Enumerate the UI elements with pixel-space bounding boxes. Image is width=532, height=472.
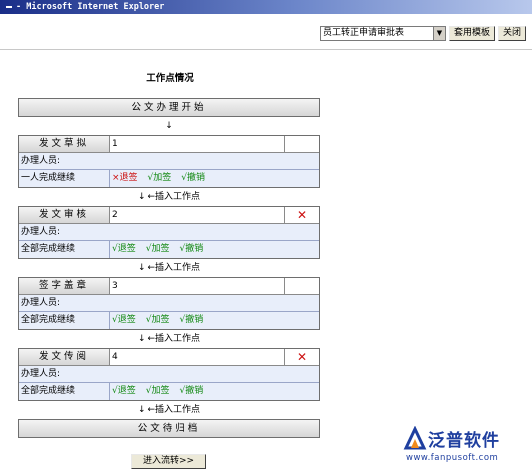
node-number: 3 <box>110 278 285 294</box>
flow-start: 公文办理开始 <box>18 98 320 117</box>
insert-workpoint-link[interactable]: ←插入工作点 <box>148 405 201 415</box>
node-action-link[interactable]: √撤销 <box>180 244 204 254</box>
delete-node-cell <box>285 136 319 152</box>
node-header: 发文传阅 4 ✕ <box>19 349 319 366</box>
insert-point-row: ↓ ←插入工作点 <box>18 401 320 419</box>
node-action-link[interactable]: √撤销 <box>181 173 205 183</box>
arrow-down-icon: ↓ <box>137 192 146 202</box>
fanpu-logo: 泛普软件 www.fanpusoft.com <box>402 426 528 470</box>
node-action-link[interactable]: √退签 <box>112 315 136 325</box>
node-handler-label: 办理人员: <box>19 153 319 170</box>
node-number: 2 <box>110 207 285 223</box>
workflow-nodes: 发文草拟 1 办理人员: 一人完成继续 ×退签 √加签 √撤销 ↓ ←插入工作点 发文审核 2 ✕ 办理… <box>18 135 320 419</box>
delete-icon[interactable]: ✕ <box>297 350 307 364</box>
logo-mark-icon <box>403 426 427 450</box>
logo-name: 泛普软件 <box>428 431 500 451</box>
workflow: 公文办理开始 ↓ 发文草拟 1 办理人员: 一人完成继续 ×退签 √加签 √撤销 ↓ ←插入工作… <box>18 98 320 438</box>
node-handler-label: 办理人员: <box>19 295 319 312</box>
delete-node-cell[interactable]: ✕ <box>285 349 319 365</box>
node-completion-mode[interactable]: 一人完成继续 <box>19 170 110 187</box>
flow-arrow: ↓ <box>18 117 320 135</box>
node-header: 发文草拟 1 <box>19 136 319 153</box>
node-options: 一人完成继续 ×退签 √加签 √撤销 <box>19 170 319 187</box>
flow-end: 公文待归档 <box>18 419 320 438</box>
insert-workpoint-link[interactable]: ←插入工作点 <box>148 334 201 344</box>
node-completion-mode[interactable]: 全部完成继续 <box>19 312 110 329</box>
insert-point-row: ↓ ←插入工作点 <box>18 188 320 206</box>
window-titlebar: - Microsoft Internet Explorer <box>0 0 532 14</box>
toolbar: 员工转正申请审批表 ▼ 套用模板 关闭 <box>319 25 526 41</box>
delete-node-cell <box>285 278 319 294</box>
arrow-down-icon: ↓ <box>165 121 173 131</box>
node-action-link[interactable]: ×退签 <box>112 173 138 183</box>
node-options: 全部完成继续 √退签 √加签 √撤销 <box>19 241 319 258</box>
node-action-link[interactable]: √加签 <box>146 244 170 254</box>
node-action-link[interactable]: √加签 <box>148 173 172 183</box>
insert-workpoint-link[interactable]: ←插入工作点 <box>148 263 201 273</box>
window-title: - Microsoft Internet Explorer <box>16 2 165 12</box>
node-action-link[interactable]: √加签 <box>146 386 170 396</box>
node-actions: √退签 √加签 √撤销 <box>110 383 319 400</box>
workflow-node: 发文草拟 1 办理人员: 一人完成继续 ×退签 √加签 √撤销 <box>18 135 320 188</box>
delete-node-cell[interactable]: ✕ <box>285 207 319 223</box>
apply-template-button[interactable]: 套用模板 <box>448 25 495 41</box>
arrow-down-icon: ↓ <box>137 405 146 415</box>
close-button[interactable]: 关闭 <box>497 25 526 41</box>
node-actions: √退签 √加签 √撤销 <box>110 312 319 329</box>
node-action-link[interactable]: √撤销 <box>180 386 204 396</box>
template-select[interactable]: 员工转正申请审批表 ▼ <box>319 25 446 41</box>
node-name[interactable]: 签字盖章 <box>19 278 110 294</box>
node-action-link[interactable]: √退签 <box>112 244 136 254</box>
toolbar-divider <box>0 49 532 50</box>
insert-point-row: ↓ ←插入工作点 <box>18 259 320 277</box>
node-action-link[interactable]: √退签 <box>112 386 136 396</box>
system-menu-icon[interactable] <box>6 5 12 8</box>
dropdown-arrow-icon[interactable]: ▼ <box>432 26 445 40</box>
delete-icon[interactable]: ✕ <box>297 208 307 222</box>
node-action-link[interactable]: √撤销 <box>180 315 204 325</box>
enter-flow-button[interactable]: 进入流转>> <box>131 454 206 469</box>
node-number: 1 <box>110 136 285 152</box>
node-options: 全部完成继续 √退签 √加签 √撤销 <box>19 383 319 400</box>
node-name[interactable]: 发文草拟 <box>19 136 110 152</box>
node-header: 签字盖章 3 <box>19 278 319 295</box>
node-name[interactable]: 发文审核 <box>19 207 110 223</box>
node-handler-label: 办理人员: <box>19 366 319 383</box>
node-number: 4 <box>110 349 285 365</box>
arrow-down-icon: ↓ <box>137 263 146 273</box>
workflow-node: 发文审核 2 ✕ 办理人员: 全部完成继续 √退签 √加签 √撤销 <box>18 206 320 259</box>
node-completion-mode[interactable]: 全部完成继续 <box>19 241 110 258</box>
node-actions: ×退签 √加签 √撤销 <box>110 170 319 187</box>
workflow-node: 签字盖章 3 办理人员: 全部完成继续 √退签 √加签 √撤销 <box>18 277 320 330</box>
node-header: 发文审核 2 ✕ <box>19 207 319 224</box>
insert-workpoint-link[interactable]: ←插入工作点 <box>148 192 201 202</box>
insert-point-row: ↓ ←插入工作点 <box>18 330 320 348</box>
arrow-down-icon: ↓ <box>137 334 146 344</box>
workflow-node: 发文传阅 4 ✕ 办理人员: 全部完成继续 √退签 √加签 √撤销 <box>18 348 320 401</box>
node-action-link[interactable]: √加签 <box>146 315 170 325</box>
template-select-value: 员工转正申请审批表 <box>322 27 404 38</box>
node-actions: √退签 √加签 √撤销 <box>110 241 319 258</box>
node-name[interactable]: 发文传阅 <box>19 349 110 365</box>
logo-url: www.fanpusoft.com <box>406 453 499 463</box>
node-options: 全部完成继续 √退签 √加签 √撤销 <box>19 312 319 329</box>
node-handler-label: 办理人员: <box>19 224 319 241</box>
node-completion-mode[interactable]: 全部完成继续 <box>19 383 110 400</box>
page-title: 工作点情况 <box>146 73 194 84</box>
